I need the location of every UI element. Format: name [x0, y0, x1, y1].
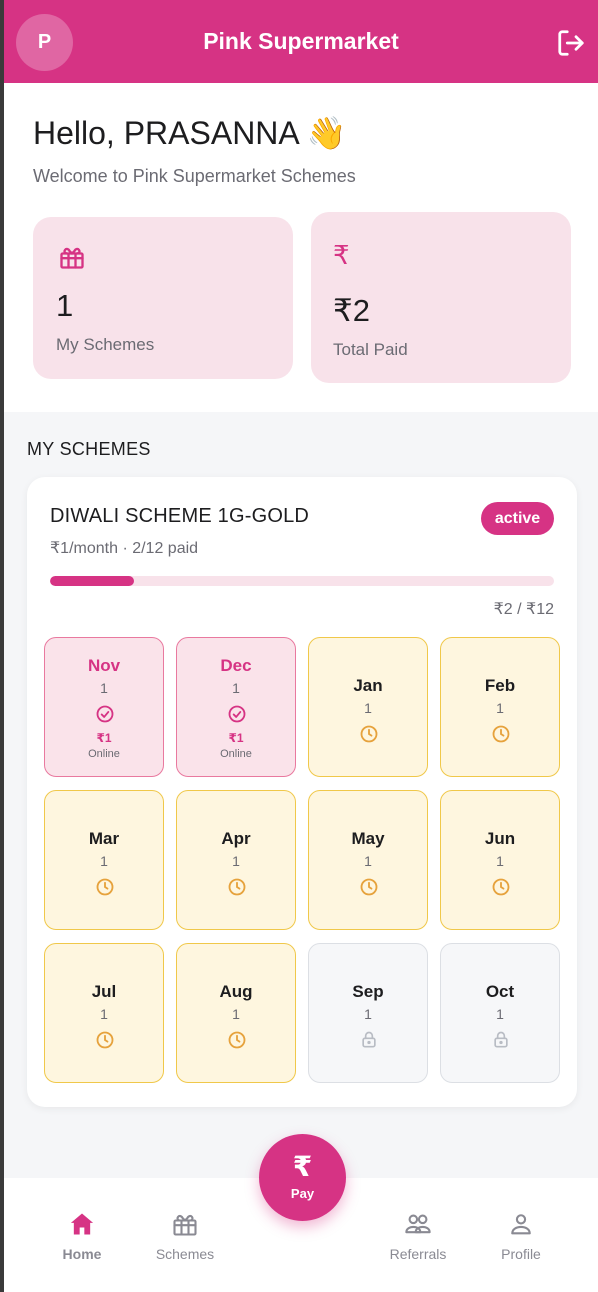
month-name: May: [351, 829, 385, 848]
nav-home[interactable]: Home: [37, 1210, 127, 1262]
month-count: 1: [496, 1006, 504, 1022]
stat-card-total-paid[interactable]: ₹ ₹2 Total Paid: [311, 212, 571, 383]
greeting-heading: Hello, PRASANNA 👋: [33, 115, 347, 151]
app-title: Pink Supermarket: [203, 28, 399, 54]
month-name: Nov: [87, 656, 121, 675]
clock-icon: [359, 724, 379, 744]
month-count: 1: [232, 853, 240, 869]
month-count: 1: [100, 1006, 108, 1022]
clock-icon: [359, 877, 379, 897]
app-screen: P Pink Supermarket Hello, PRASANNA 👋 Wel…: [4, 0, 598, 1292]
users-icon: [405, 1214, 431, 1234]
month-cell-apr[interactable]: Apr 1: [176, 790, 296, 930]
clock-icon: [491, 877, 511, 897]
lock-icon: [491, 1030, 511, 1050]
lock-icon: [359, 1030, 379, 1050]
month-count: 1: [364, 853, 372, 869]
progress-bar: [50, 576, 554, 586]
nav-profile-label: Profile: [501, 1246, 541, 1262]
gift-icon: [60, 247, 84, 269]
month-count: 1: [100, 853, 108, 869]
scheme-amount: ₹2 / ₹12: [493, 601, 554, 618]
total-paid-value: ₹2: [333, 293, 370, 328]
check-circle-icon: [227, 704, 247, 724]
nav-home-label: Home: [62, 1246, 102, 1262]
scheme-name: DIWALI SCHEME 1G-GOLD: [50, 505, 310, 527]
my-schemes-label: My Schemes: [56, 335, 155, 354]
month-cell-may[interactable]: May 1: [308, 790, 428, 930]
gift-icon: [173, 1214, 197, 1236]
month-name: Apr: [221, 829, 251, 848]
progress-fill: [50, 576, 135, 586]
total-paid-label: Total Paid: [333, 340, 408, 359]
welcome-text: Welcome to Pink Supermarket Schemes: [33, 166, 356, 186]
clock-icon: [227, 1030, 247, 1050]
month-cell-jul[interactable]: Jul 1: [44, 943, 164, 1083]
month-cell-nov[interactable]: Nov 1 ₹1 Online: [44, 637, 164, 777]
month-count: 1: [232, 1006, 240, 1022]
month-count: 1: [364, 1006, 372, 1022]
month-name: Mar: [88, 829, 120, 848]
rupee-icon: ₹: [292, 1151, 313, 1182]
nav-referrals-label: Referrals: [389, 1246, 447, 1262]
home-icon: [70, 1213, 94, 1235]
my-schemes-value: 1: [56, 288, 74, 323]
month-count: 1: [496, 700, 504, 716]
month-payment-mode: Online: [220, 748, 252, 760]
section-title: MY SCHEMES: [27, 439, 151, 459]
month-cell-mar[interactable]: Mar 1: [44, 790, 164, 930]
month-amount: ₹1: [228, 731, 244, 745]
nav-schemes[interactable]: Schemes: [140, 1210, 230, 1262]
month-cell-sep[interactable]: Sep 1: [308, 943, 428, 1083]
clock-icon: [95, 877, 115, 897]
check-circle-icon: [95, 704, 115, 724]
month-name: Aug: [219, 982, 253, 1001]
rupee-icon: ₹: [333, 240, 350, 270]
scheme-subtitle: ₹1/month · 2/12 paid: [50, 540, 199, 557]
user-icon: [511, 1214, 531, 1235]
nav-profile[interactable]: Profile: [476, 1210, 566, 1262]
nav-referrals[interactable]: Referrals: [373, 1210, 463, 1262]
app-header: P Pink Supermarket: [4, 0, 598, 83]
month-cell-feb[interactable]: Feb 1: [440, 637, 560, 777]
month-count: 1: [100, 680, 108, 696]
month-name: Jul: [91, 982, 117, 1001]
clock-icon: [95, 1030, 115, 1050]
month-cell-aug[interactable]: Aug 1: [176, 943, 296, 1083]
month-name: Sep: [352, 982, 384, 1001]
month-name: Oct: [485, 982, 515, 1001]
month-count: 1: [232, 680, 240, 696]
month-name: Jun: [484, 829, 516, 848]
pay-button[interactable]: ₹ Pay: [259, 1134, 346, 1221]
month-cell-jun[interactable]: Jun 1: [440, 790, 560, 930]
month-count: 1: [496, 853, 504, 869]
logout-icon[interactable]: [556, 28, 586, 58]
status-badge: active: [481, 502, 554, 535]
month-payment-mode: Online: [88, 748, 120, 760]
clock-icon: [227, 877, 247, 897]
stat-card-my-schemes[interactable]: 1 My Schemes: [33, 217, 293, 379]
month-name: Jan: [353, 676, 383, 695]
clock-icon: [491, 724, 511, 744]
pay-label: Pay: [290, 1186, 315, 1201]
month-name: Feb: [484, 676, 516, 695]
month-amount: ₹1: [96, 731, 112, 745]
month-cell-oct[interactable]: Oct 1: [440, 943, 560, 1083]
month-cell-dec[interactable]: Dec 1 ₹1 Online: [176, 637, 296, 777]
month-cell-jan[interactable]: Jan 1: [308, 637, 428, 777]
nav-schemes-label: Schemes: [155, 1246, 215, 1262]
month-name: Dec: [220, 656, 252, 675]
month-count: 1: [364, 700, 372, 716]
